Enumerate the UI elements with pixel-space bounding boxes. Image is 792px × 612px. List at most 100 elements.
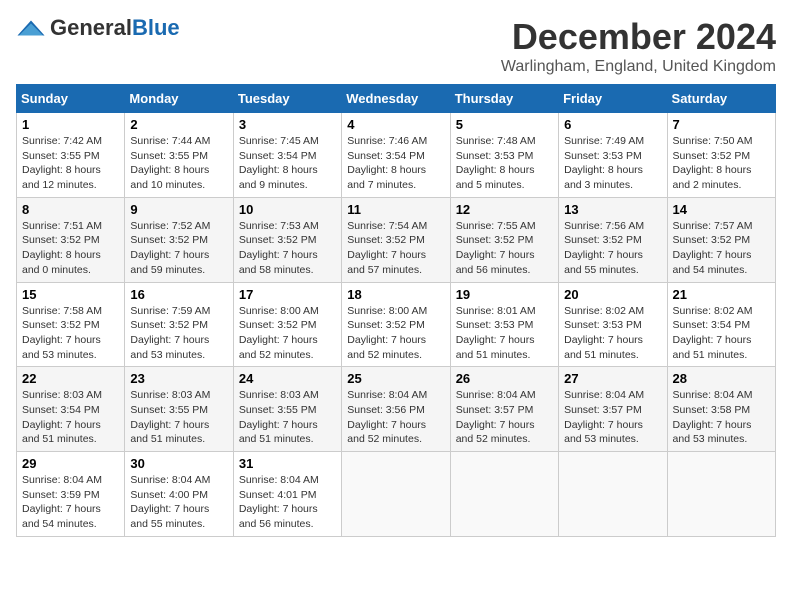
day-number: 11 [347,202,444,217]
day-info: Sunrise: 8:04 AMSunset: 3:57 PMDaylight:… [456,388,553,447]
weekday-header-cell: Wednesday [342,85,450,113]
day-number: 22 [22,371,119,386]
day-info: Sunrise: 7:54 AMSunset: 3:52 PMDaylight:… [347,219,444,278]
calendar-day-cell: 30 Sunrise: 8:04 AMSunset: 4:00 PMDayligh… [125,452,233,537]
calendar-day-cell: 1 Sunrise: 7:42 AMSunset: 3:55 PMDaylight… [17,113,125,198]
calendar-day-cell: 29Sunrise: 8:04 AMSunset: 3:59 PMDayligh… [17,452,125,537]
calendar-day-cell [559,452,667,537]
calendar-day-cell: 24 Sunrise: 8:03 AMSunset: 3:55 PMDayligh… [233,367,341,452]
day-info: Sunrise: 7:42 AMSunset: 3:55 PMDaylight:… [22,134,119,193]
day-number: 16 [130,287,227,302]
day-number: 24 [239,371,336,386]
day-number: 13 [564,202,661,217]
calendar-day-cell: 28Sunrise: 8:04 AMSunset: 3:58 PMDayligh… [667,367,775,452]
day-info: Sunrise: 8:03 AMSunset: 3:55 PMDaylight:… [239,388,336,447]
day-number: 23 [130,371,227,386]
day-info: Sunrise: 8:00 AMSunset: 3:52 PMDaylight:… [239,304,336,363]
day-info: Sunrise: 8:04 AMSunset: 4:00 PMDaylight:… [130,473,227,532]
day-info: Sunrise: 8:04 AMSunset: 3:58 PMDaylight:… [673,388,770,447]
calendar-day-cell: 11 Sunrise: 7:54 AMSunset: 3:52 PMDayligh… [342,197,450,282]
calendar-day-cell: 10 Sunrise: 7:53 AMSunset: 3:52 PMDayligh… [233,197,341,282]
day-info: Sunrise: 7:57 AMSunset: 3:52 PMDaylight:… [673,219,770,278]
calendar-day-cell: 6 Sunrise: 7:49 AMSunset: 3:53 PMDaylight… [559,113,667,198]
calendar-week-row: 22 Sunrise: 8:03 AMSunset: 3:54 PMDayligh… [17,367,776,452]
calendar-day-cell: 15Sunrise: 7:58 AMSunset: 3:52 PMDayligh… [17,282,125,367]
calendar-day-cell [667,452,775,537]
calendar-day-cell: 19 Sunrise: 8:01 AMSunset: 3:53 PMDayligh… [450,282,558,367]
day-number: 19 [456,287,553,302]
day-info: Sunrise: 8:04 AMSunset: 3:57 PMDaylight:… [564,388,661,447]
day-number: 2 [130,117,227,132]
day-number: 17 [239,287,336,302]
calendar-day-cell: 23Sunrise: 8:03 AMSunset: 3:55 PMDayligh… [125,367,233,452]
day-number: 4 [347,117,444,132]
day-info: Sunrise: 7:49 AMSunset: 3:53 PMDaylight:… [564,134,661,193]
day-info: Sunrise: 7:51 AMSunset: 3:52 PMDaylight:… [22,219,119,278]
day-info: Sunrise: 8:01 AMSunset: 3:53 PMDaylight:… [456,304,553,363]
day-number: 30 [130,456,227,471]
calendar-day-cell: 3Sunrise: 7:45 AMSunset: 3:54 PMDaylight… [233,113,341,198]
calendar-header-row: SundayMondayTuesdayWednesdayThursdayFrid… [17,85,776,113]
calendar-day-cell: 4 Sunrise: 7:46 AMSunset: 3:54 PMDaylight… [342,113,450,198]
calendar-day-cell [342,452,450,537]
calendar-day-cell: 2 Sunrise: 7:44 AMSunset: 3:55 PMDaylight… [125,113,233,198]
calendar-day-cell: 17 Sunrise: 8:00 AMSunset: 3:52 PMDayligh… [233,282,341,367]
calendar-day-cell: 18Sunrise: 8:00 AMSunset: 3:52 PMDayligh… [342,282,450,367]
day-number: 25 [347,371,444,386]
logo-text: GeneralBlue [50,16,180,40]
weekday-header-cell: Saturday [667,85,775,113]
day-number: 10 [239,202,336,217]
day-info: Sunrise: 8:04 AMSunset: 3:56 PMDaylight:… [347,388,444,447]
day-info: Sunrise: 7:46 AMSunset: 3:54 PMDaylight:… [347,134,444,193]
calendar-day-cell [450,452,558,537]
calendar-day-cell: 8 Sunrise: 7:51 AMSunset: 3:52 PMDaylight… [17,197,125,282]
day-info: Sunrise: 7:50 AMSunset: 3:52 PMDaylight:… [673,134,770,193]
calendar-day-cell: 22 Sunrise: 8:03 AMSunset: 3:54 PMDayligh… [17,367,125,452]
calendar-day-cell: 9Sunrise: 7:52 AMSunset: 3:52 PMDaylight… [125,197,233,282]
day-number: 27 [564,371,661,386]
title-block: December 2024 Warlingham, England, Unite… [501,16,776,76]
calendar-week-row: 29Sunrise: 8:04 AMSunset: 3:59 PMDayligh… [17,452,776,537]
day-info: Sunrise: 8:02 AMSunset: 3:53 PMDaylight:… [564,304,661,363]
weekday-header-cell: Friday [559,85,667,113]
day-number: 1 [22,117,119,132]
calendar-day-cell: 21Sunrise: 8:02 AMSunset: 3:54 PMDayligh… [667,282,775,367]
calendar-week-row: 8 Sunrise: 7:51 AMSunset: 3:52 PMDaylight… [17,197,776,282]
calendar-day-cell: 27 Sunrise: 8:04 AMSunset: 3:57 PMDayligh… [559,367,667,452]
page-header: GeneralBlue December 2024 Warlingham, En… [16,16,776,76]
day-number: 14 [673,202,770,217]
calendar-day-cell: 7 Sunrise: 7:50 AMSunset: 3:52 PMDaylight… [667,113,775,198]
day-info: Sunrise: 7:55 AMSunset: 3:52 PMDaylight:… [456,219,553,278]
calendar-body: 1 Sunrise: 7:42 AMSunset: 3:55 PMDaylight… [17,113,776,537]
day-info: Sunrise: 7:56 AMSunset: 3:52 PMDaylight:… [564,219,661,278]
logo: GeneralBlue [16,16,180,40]
calendar-day-cell: 31Sunrise: 8:04 AMSunset: 4:01 PMDayligh… [233,452,341,537]
day-info: Sunrise: 7:44 AMSunset: 3:55 PMDaylight:… [130,134,227,193]
day-number: 15 [22,287,119,302]
logo-icon [16,19,46,37]
day-number: 20 [564,287,661,302]
calendar-day-cell: 16Sunrise: 7:59 AMSunset: 3:52 PMDayligh… [125,282,233,367]
day-number: 29 [22,456,119,471]
day-number: 8 [22,202,119,217]
calendar-day-cell: 5Sunrise: 7:48 AMSunset: 3:53 PMDaylight… [450,113,558,198]
day-info: Sunrise: 8:03 AMSunset: 3:54 PMDaylight:… [22,388,119,447]
day-info: Sunrise: 7:45 AMSunset: 3:54 PMDaylight:… [239,134,336,193]
day-number: 6 [564,117,661,132]
location-title: Warlingham, England, United Kingdom [501,58,776,76]
day-number: 7 [673,117,770,132]
day-number: 5 [456,117,553,132]
calendar-day-cell: 26Sunrise: 8:04 AMSunset: 3:57 PMDayligh… [450,367,558,452]
day-number: 21 [673,287,770,302]
calendar-week-row: 15Sunrise: 7:58 AMSunset: 3:52 PMDayligh… [17,282,776,367]
day-info: Sunrise: 7:53 AMSunset: 3:52 PMDaylight:… [239,219,336,278]
day-number: 18 [347,287,444,302]
weekday-header-cell: Sunday [17,85,125,113]
month-title: December 2024 [501,16,776,58]
calendar-week-row: 1 Sunrise: 7:42 AMSunset: 3:55 PMDaylight… [17,113,776,198]
calendar-day-cell: 14 Sunrise: 7:57 AMSunset: 3:52 PMDayligh… [667,197,775,282]
day-info: Sunrise: 8:04 AMSunset: 4:01 PMDaylight:… [239,473,336,532]
day-info: Sunrise: 7:52 AMSunset: 3:52 PMDaylight:… [130,219,227,278]
calendar-day-cell: 13 Sunrise: 7:56 AMSunset: 3:52 PMDayligh… [559,197,667,282]
calendar-day-cell: 20 Sunrise: 8:02 AMSunset: 3:53 PMDayligh… [559,282,667,367]
